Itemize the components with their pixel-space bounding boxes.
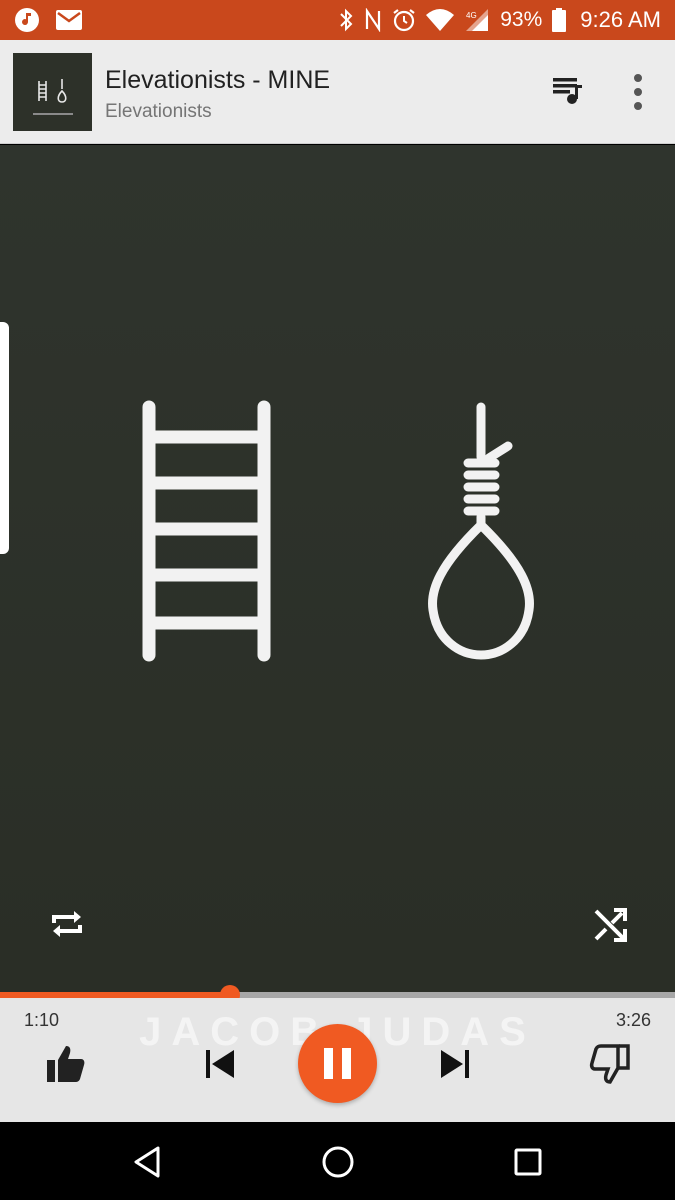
noose-icon <box>428 402 534 660</box>
album-thumbnail[interactable] <box>13 53 92 131</box>
system-navigation-bar <box>0 1122 675 1200</box>
home-icon <box>322 1146 354 1178</box>
nav-back-button[interactable] <box>128 1142 168 1182</box>
cellular-4g-icon: 4G <box>464 8 490 32</box>
queue-icon <box>553 78 582 104</box>
skip-next-icon <box>441 1050 469 1078</box>
nav-recents-button[interactable] <box>508 1142 548 1182</box>
status-left <box>14 7 82 33</box>
more-vert-icon <box>634 74 642 110</box>
album-artwork <box>0 145 675 995</box>
player-controls: JACOB JUDAS 1:10 3:26 <box>0 998 675 1122</box>
clock: 9:26 AM <box>580 7 661 32</box>
pause-button[interactable] <box>298 1024 377 1103</box>
shuffle-button[interactable] <box>590 905 630 945</box>
battery-icon <box>552 8 567 32</box>
back-icon <box>134 1146 160 1178</box>
thumbs-up-icon <box>47 1046 85 1082</box>
thumbs-down-button[interactable] <box>588 1042 632 1086</box>
recents-icon <box>514 1148 542 1176</box>
side-panel-handle[interactable] <box>0 322 9 554</box>
nfc-icon <box>364 8 382 32</box>
thumbs-up-button[interactable] <box>44 1042 88 1086</box>
ladder-icon <box>142 400 271 662</box>
now-playing-header: Elevationists - MINE Elevationists <box>0 40 675 144</box>
alarm-icon <box>392 8 416 32</box>
song-title: Elevationists - MINE <box>105 66 331 94</box>
thumbs-down-icon <box>589 1044 630 1084</box>
pause-icon <box>324 1048 351 1079</box>
previous-button[interactable] <box>202 1046 238 1082</box>
queue-button[interactable] <box>549 73 585 109</box>
song-artist: Elevationists <box>105 101 212 122</box>
svg-text:4G: 4G <box>466 11 477 20</box>
time-total: 3:26 <box>615 1010 651 1030</box>
repeat-button[interactable] <box>46 903 88 945</box>
status-bar: 4G 93% 9:26 AM <box>0 0 675 40</box>
bluetooth-icon <box>338 8 354 32</box>
wifi-icon <box>426 9 455 31</box>
album-art-image <box>142 400 534 662</box>
repeat-icon <box>52 911 82 937</box>
skip-previous-icon <box>206 1050 234 1078</box>
mail-icon <box>56 10 82 30</box>
battery-percent: 93% <box>500 8 543 31</box>
music-note-icon <box>14 7 40 33</box>
next-button[interactable] <box>437 1046 473 1082</box>
shuffle-icon <box>594 908 627 942</box>
status-right: 4G 93% 9:26 AM <box>338 7 661 33</box>
time-elapsed: 1:10 <box>24 1010 60 1030</box>
more-options-button[interactable] <box>626 72 650 112</box>
nav-home-button[interactable] <box>318 1142 358 1182</box>
